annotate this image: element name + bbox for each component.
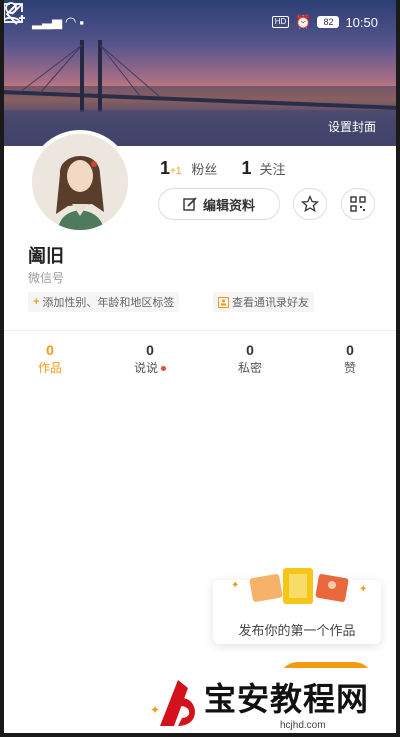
favorites-button[interactable] — [293, 188, 327, 220]
profile-name: 阖旧 — [28, 246, 64, 266]
site-watermark: ✦ 宝安教程网 hcjhd.com — [140, 668, 400, 737]
tab-likes-count: 0 — [346, 342, 354, 358]
tab-posts-label: 说说 — [133, 361, 158, 375]
notification-icon: ▪ — [79, 14, 84, 30]
tab-likes-label: 赞 — [343, 361, 356, 375]
tab-posts-count: 0 — [146, 342, 154, 358]
signal-icons: ▂▃▅ ◠ ▪ — [32, 14, 84, 30]
divider — [0, 330, 400, 331]
alarm-icon: ⏰ — [295, 14, 312, 29]
publish-prompt-card[interactable]: ✦ ✦ 发布你的第一个作品 — [213, 568, 381, 644]
contacts-icon — [218, 296, 229, 308]
tab-private[interactable]: 0 私密 — [200, 342, 300, 376]
avatar-illustration — [32, 134, 128, 230]
watermark-logo-icon: ✦ — [150, 680, 195, 726]
wifi-icon: ◠ — [65, 14, 77, 29]
media-illustration-icon: ✦ ✦ — [231, 568, 367, 604]
watermark-url: hcjhd.com — [280, 720, 326, 731]
unread-dot — [161, 366, 166, 372]
following-count[interactable]: 1 — [241, 158, 251, 179]
svg-text:✦: ✦ — [150, 703, 160, 717]
star-icon — [301, 195, 319, 213]
qrcode-icon — [350, 196, 366, 212]
follow-stats: 1 +1 粉丝 1 关注 — [160, 158, 285, 179]
share-icon[interactable] — [0, 0, 26, 26]
add-tags-chip[interactable]: + 添加性别、年龄和地区标签 — [28, 292, 180, 312]
tab-private-label: 私密 — [237, 361, 262, 375]
battery-indicator: 82 — [317, 16, 340, 28]
add-tags-label: 添加性别、年龄和地区标签 — [42, 297, 175, 309]
status-bar: ▂▃▅ ◠ ▪ HD ⏰ 82 10:50 — [0, 0, 400, 42]
contacts-label: 查看通讯录好友 — [232, 297, 309, 309]
content-tabs: 0 作品 0 说说 0 私密 0 赞 — [0, 342, 400, 376]
tab-works-label: 作品 — [37, 361, 62, 375]
followers-count[interactable]: 1 — [160, 158, 170, 179]
tab-private-count: 0 — [246, 342, 254, 358]
clock: 10:50 — [345, 14, 378, 30]
svg-text:✦: ✦ — [359, 584, 367, 595]
tab-works-count: 0 — [46, 342, 54, 358]
wechat-label[interactable]: 微信号 — [28, 269, 64, 286]
contacts-chip[interactable]: 查看通讯录好友 — [213, 292, 314, 312]
followers-label[interactable]: 粉丝 — [191, 159, 217, 178]
set-cover-link[interactable]: 设置封面 — [328, 118, 376, 135]
plus-icon: + — [33, 296, 40, 308]
watermark-title: 宝安教程网 — [204, 680, 370, 718]
avatar[interactable] — [28, 130, 132, 234]
cover-image[interactable]: ▂▃▅ ◠ ▪ HD ⏰ 82 10:50 设置封面 — [0, 0, 400, 146]
tab-works[interactable]: 0 作品 — [0, 342, 100, 376]
publish-prompt-text: 发布你的第一个作品 — [238, 623, 356, 638]
signal-icon: ▂▃▅ — [32, 14, 62, 29]
edit-icon — [183, 197, 197, 211]
tab-likes[interactable]: 0 赞 — [300, 342, 400, 376]
edit-profile-label: 编辑资料 — [202, 197, 255, 213]
qrcode-button[interactable] — [341, 188, 375, 220]
edit-profile-button[interactable]: 编辑资料 — [158, 188, 280, 220]
svg-text:✦: ✦ — [231, 580, 239, 591]
hd-badge: HD — [271, 16, 290, 28]
following-label[interactable]: 关注 — [259, 159, 285, 178]
tab-posts[interactable]: 0 说说 — [100, 342, 200, 376]
followers-delta: +1 — [170, 166, 182, 177]
